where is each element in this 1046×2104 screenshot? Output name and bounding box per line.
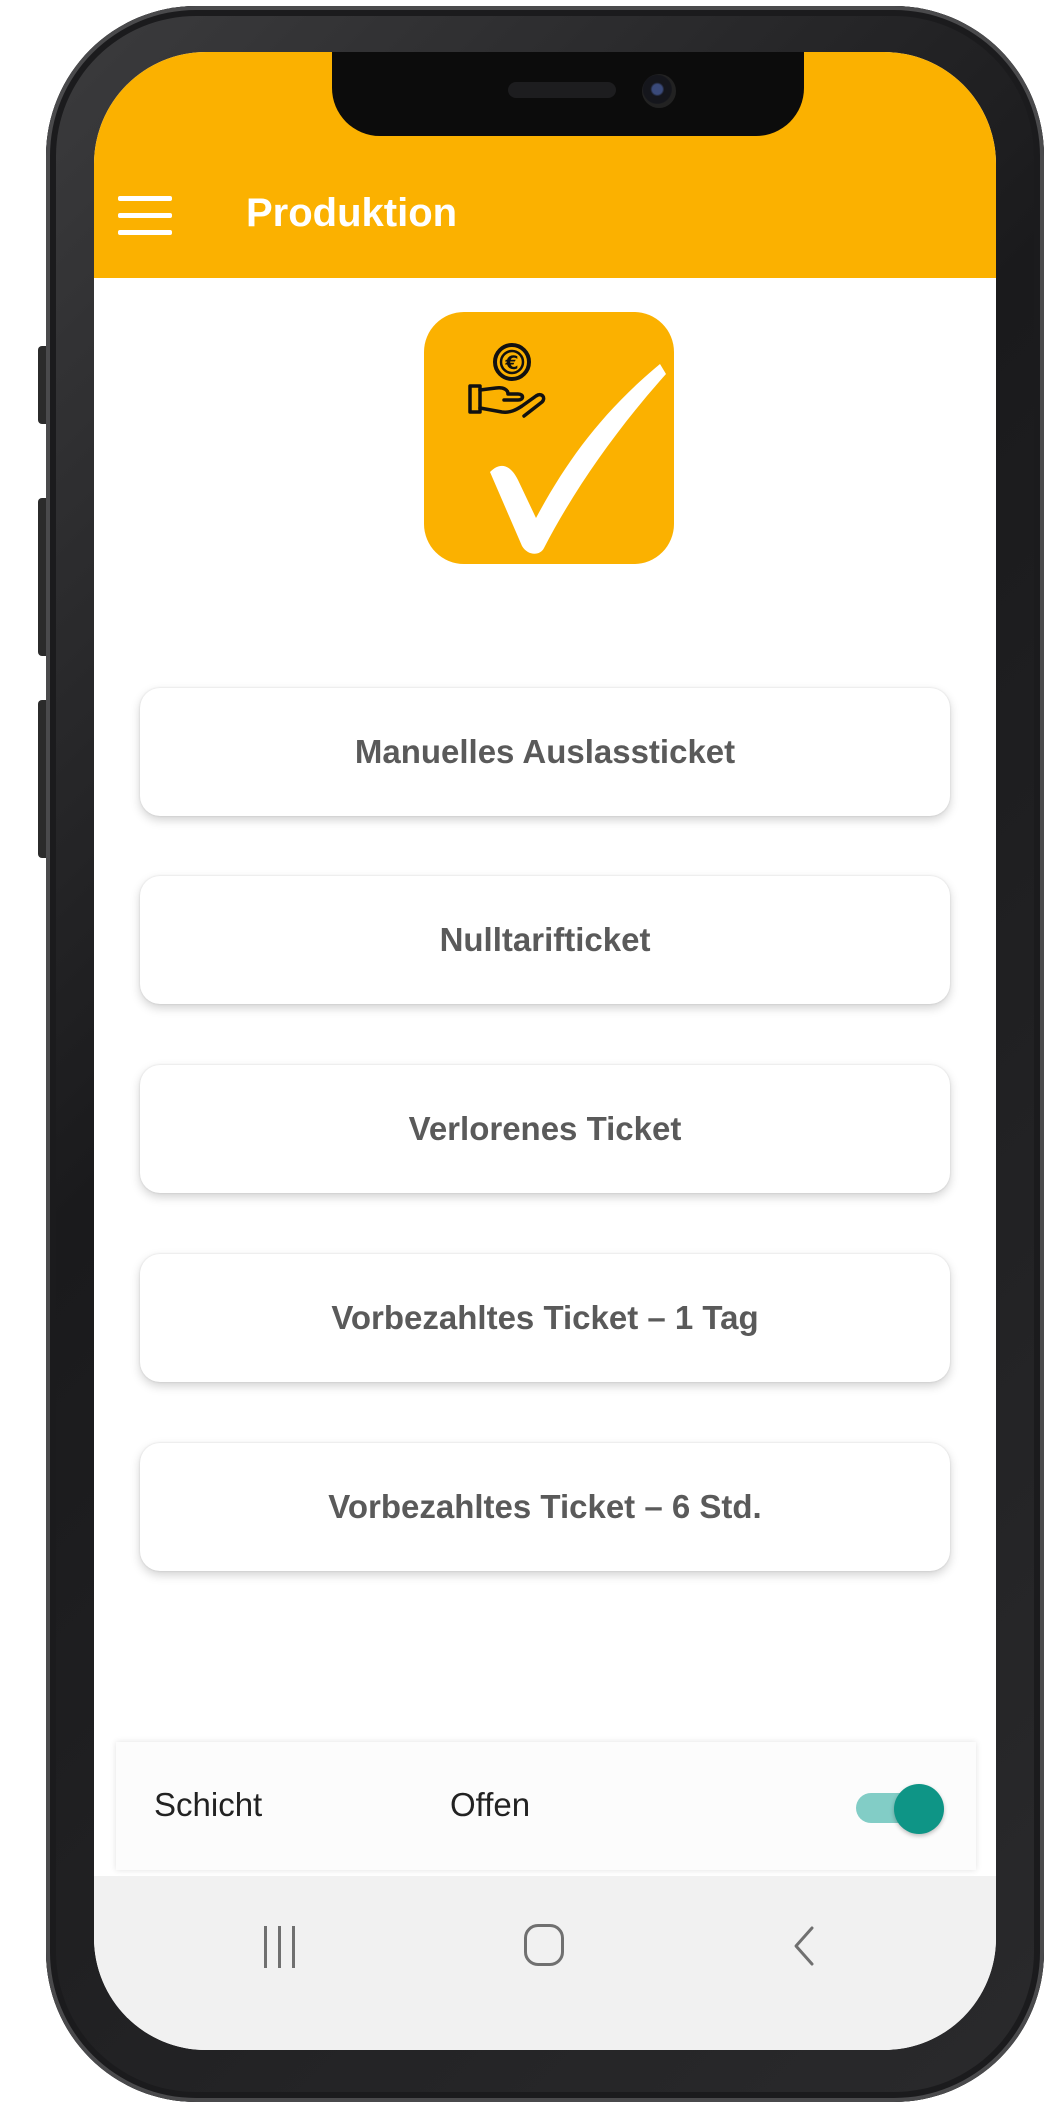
svg-text:€: € xyxy=(504,352,518,374)
shift-label: Schicht xyxy=(154,1786,263,1823)
phone-screen: Produktion € Manuelles Auslassticket Nul… xyxy=(94,52,996,2050)
notch xyxy=(332,52,804,136)
lost-ticket-button[interactable]: Verlorenes Ticket xyxy=(140,1065,950,1193)
shift-toggle[interactable] xyxy=(852,1784,944,1834)
front-camera xyxy=(642,74,676,108)
speaker-grille xyxy=(508,82,616,98)
recent-apps-icon[interactable] xyxy=(258,1926,304,1968)
euro-coin-hand-checkmark-icon: € xyxy=(468,343,666,554)
home-icon[interactable] xyxy=(524,1924,564,1966)
phone-mockup: Produktion € Manuelles Auslassticket Nul… xyxy=(0,0,1046,2104)
shift-status-bar: Schicht Offen xyxy=(116,1742,976,1870)
app-logo: € xyxy=(424,312,674,564)
toggle-thumb xyxy=(894,1784,944,1834)
prepaid-ticket-1-day-button[interactable]: Vorbezahltes Ticket – 1 Tag xyxy=(140,1254,950,1382)
page-title: Produktion xyxy=(246,191,458,235)
manual-exit-ticket-button[interactable]: Manuelles Auslassticket xyxy=(140,688,950,816)
prepaid-ticket-6-hours-button[interactable]: Vorbezahltes Ticket – 6 Std. xyxy=(140,1443,950,1571)
system-navigation-bar xyxy=(94,1876,996,2050)
hamburger-menu-icon[interactable] xyxy=(118,196,172,236)
back-icon[interactable] xyxy=(788,1924,820,1968)
zero-fare-ticket-button[interactable]: Nulltarifticket xyxy=(140,876,950,1004)
shift-status-value: Offen xyxy=(450,1786,531,1823)
